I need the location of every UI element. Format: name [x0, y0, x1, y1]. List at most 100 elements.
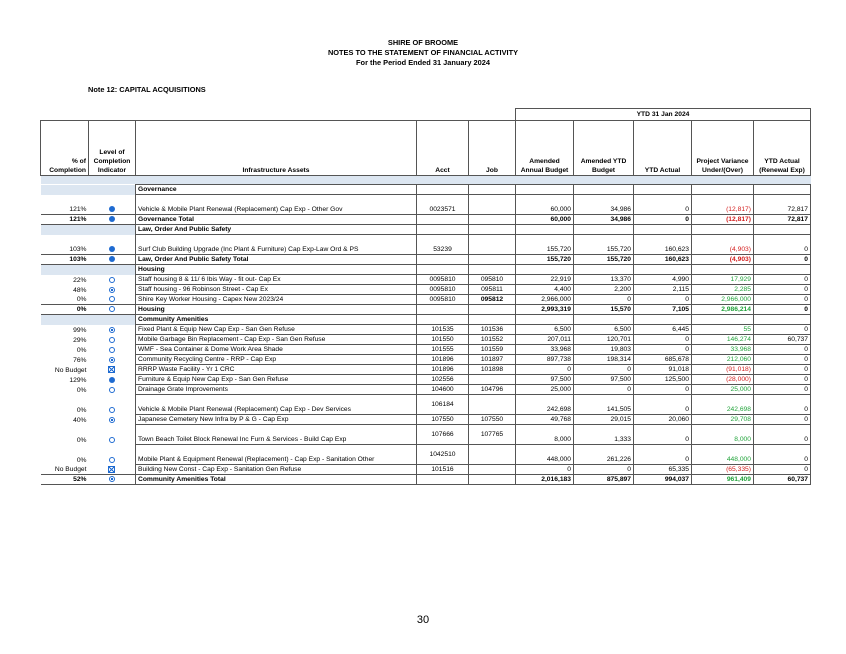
- indicator-cell: [89, 445, 136, 465]
- asset-cell: Drainage Grate Improvements: [135, 384, 417, 395]
- section-row: Governance: [40, 184, 811, 195]
- renewal-cell: 0: [753, 444, 811, 465]
- pct-cell: 76%: [73, 356, 87, 364]
- variance-cell: 448,000: [691, 444, 754, 465]
- ytd-actual-cell: 0: [633, 214, 692, 225]
- indicator-cell: [89, 415, 136, 425]
- acct-cell: 101896: [416, 364, 469, 375]
- table-row: 76% Community Recycling Centre - RRP - Ca…: [41, 354, 811, 365]
- renewal-cell: 0: [753, 304, 811, 315]
- col-amended-budget: Amended Annual Budget: [515, 120, 574, 176]
- boxed-x-icon: [108, 366, 116, 374]
- indicator-cell: [89, 325, 136, 335]
- acct-cell: 0095810: [416, 294, 469, 305]
- job-cell: [468, 214, 516, 225]
- empty-circle-icon: [108, 336, 115, 343]
- pct-cell: 48%: [73, 286, 87, 294]
- job-cell: [468, 194, 516, 215]
- amended-ytd-cell: 6,500: [573, 324, 634, 335]
- empty-circle-icon: [108, 346, 115, 353]
- indicator-cell: [89, 345, 136, 355]
- indicator-cell: [89, 385, 136, 395]
- asset-cell: Housing: [135, 304, 417, 315]
- asset-cell: Staff housing 8 & 11/ 6 Ibis Way - fit o…: [135, 274, 417, 285]
- pct-cell: 121%: [69, 206, 87, 213]
- acct-cell: [416, 214, 469, 225]
- col-pct-completion: % of Completion: [40, 120, 89, 176]
- acct-cell: 101535: [416, 324, 469, 335]
- job-cell: 104796: [468, 384, 516, 395]
- indicator-cell: [88, 254, 136, 265]
- acct-cell: 107550: [416, 414, 469, 425]
- amended-budget-cell: 155,720: [515, 234, 574, 255]
- job-cell: 101898: [468, 364, 516, 375]
- renewal-cell: 0: [753, 384, 811, 395]
- amended-budget-cell: 2,993,319: [515, 304, 574, 315]
- amended-budget-cell: 6,500: [515, 324, 574, 335]
- acct-cell: 1042510: [416, 444, 469, 465]
- total-row: 52% Community Amenities Total 2,016,183 875…: [40, 474, 811, 485]
- indicator-cell: [89, 355, 136, 365]
- asset-cell: Community Recycling Centre - RRP - Cap E…: [135, 354, 417, 365]
- section-row: Housing: [40, 264, 811, 275]
- job-cell: 101552: [468, 334, 516, 345]
- table-row: 0% Drainage Grate Improvements 104600 10479…: [41, 384, 811, 395]
- renewal-cell: 0: [753, 254, 811, 265]
- amended-ytd-cell: 97,500: [573, 374, 634, 385]
- variance-cell: (12,817): [691, 194, 754, 215]
- asset-cell: Fixed Plant & Equip New Cap Exp - San Ge…: [135, 324, 417, 335]
- variance-cell: 17,929: [691, 274, 754, 285]
- amended-budget-cell: 448,000: [515, 444, 574, 465]
- dotted-circle-icon: [108, 286, 115, 293]
- variance-cell: (4,903): [691, 234, 754, 255]
- acct-cell: 0095810: [416, 274, 469, 285]
- amended-ytd-cell: 34,986: [573, 214, 634, 225]
- amended-budget-cell: 0: [515, 464, 574, 475]
- amended-ytd-cell: 15,570: [573, 304, 634, 315]
- amended-budget-cell: 49,768: [515, 414, 574, 425]
- ytd-actual-cell: 4,990: [633, 274, 692, 285]
- renewal-cell: 0: [753, 354, 811, 365]
- renewal-cell: 0: [753, 234, 811, 255]
- amended-ytd-cell: 29,015: [573, 414, 634, 425]
- pct-cell: 103%: [40, 254, 89, 265]
- amended-budget-cell: 155,720: [515, 254, 574, 265]
- amended-budget-cell: 33,968: [515, 344, 574, 355]
- indicator-cell: [89, 235, 136, 255]
- job-cell: 107765: [468, 424, 516, 445]
- asset-cell: Building New Const - Cap Exp - Sanitatio…: [135, 464, 417, 475]
- amended-ytd-cell: 2,200: [573, 284, 634, 295]
- total-row: 121% Governance Total 60,000 34,986 0 (12,817…: [40, 214, 811, 225]
- amended-budget-cell: 97,500: [515, 374, 574, 385]
- asset-cell: WMF - Sea Container & Dome Work Area Sha…: [135, 344, 417, 355]
- acct-cell: [416, 254, 469, 265]
- amended-budget-cell: 0: [515, 364, 574, 375]
- filled-circle-icon: [108, 256, 115, 263]
- table-row: 99% Fixed Plant & Equip New Cap Exp - San…: [41, 324, 811, 335]
- asset-cell: Furniture & Equip New Cap Exp - San Gen …: [135, 374, 417, 385]
- amended-ytd-cell: 120,701: [573, 334, 634, 345]
- ytd-actual-cell: 0: [633, 194, 692, 215]
- ytd-actual-cell: 7,105: [633, 304, 692, 315]
- indicator-cell: [89, 395, 136, 415]
- amended-budget-cell: 25,000: [515, 384, 574, 395]
- job-cell: [468, 254, 516, 265]
- renewal-cell: 72,817: [753, 214, 811, 225]
- report-period: For the Period Ended 31 January 2024: [356, 58, 490, 67]
- indicator-cell: [89, 275, 136, 285]
- section-row: Community Amenities: [40, 314, 811, 325]
- ytd-actual-cell: 20,060: [633, 414, 692, 425]
- total-row: 103% Law, Order And Public Safety Total 15…: [40, 254, 811, 265]
- amended-budget-cell: 60,000: [515, 214, 574, 225]
- amended-ytd-cell: 155,720: [573, 254, 634, 265]
- acct-cell: 0095810: [416, 284, 469, 295]
- job-cell: [468, 234, 516, 255]
- amended-ytd-cell: 1,333: [573, 424, 634, 445]
- page-number: 30: [416, 614, 430, 626]
- asset-cell: Governance Total: [135, 214, 417, 225]
- variance-cell: (12,817): [691, 214, 754, 225]
- pct-cell: 0%: [76, 386, 87, 394]
- amended-budget-cell: 2,966,000: [515, 294, 574, 305]
- col-infrastructure-assets: Infrastructure Assets: [135, 120, 417, 176]
- section-title: Law, Order And Public Safety: [135, 224, 417, 235]
